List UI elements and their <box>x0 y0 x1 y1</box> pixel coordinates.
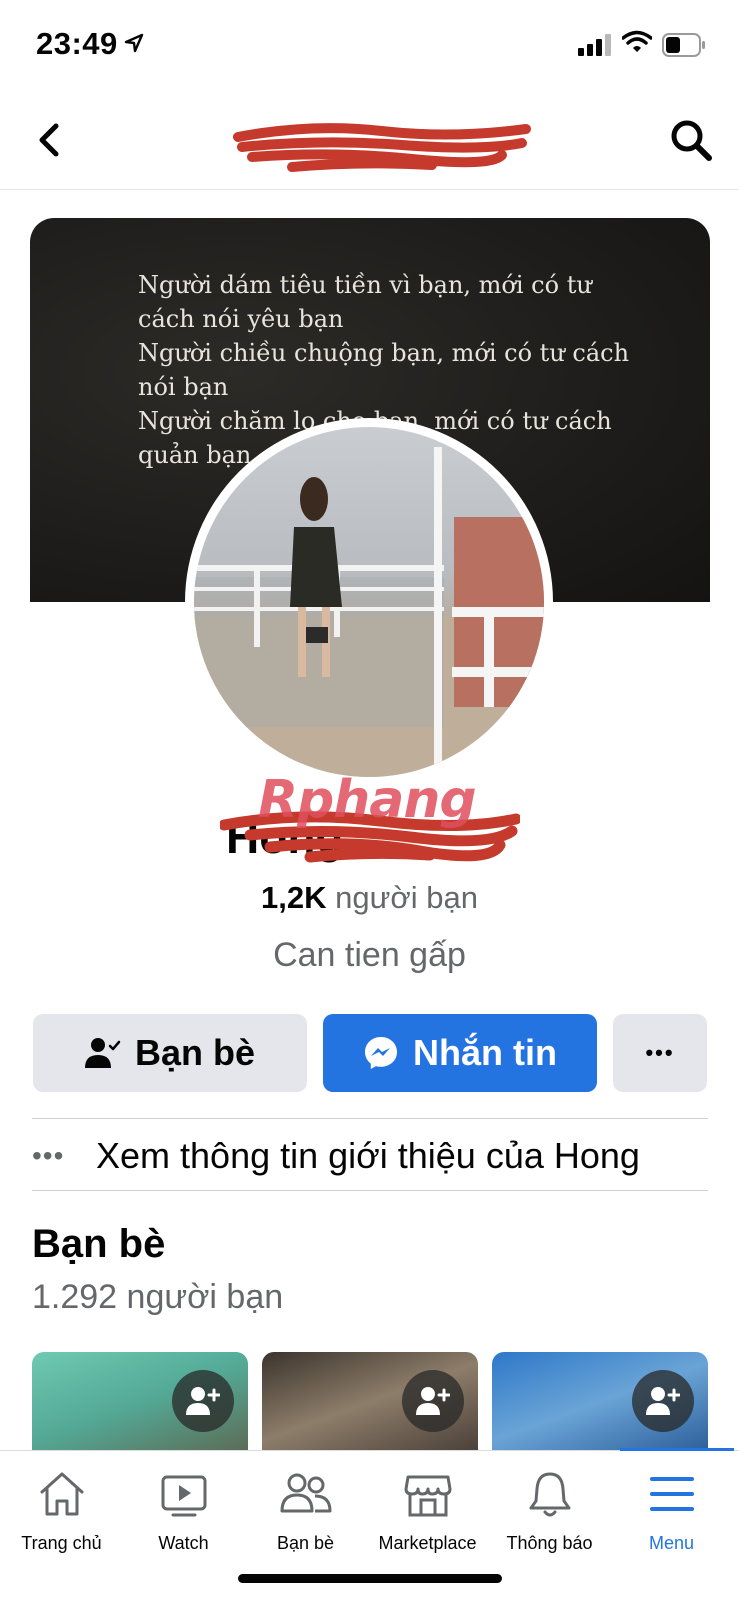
location-arrow-icon <box>124 33 144 53</box>
bell-icon <box>529 1472 570 1517</box>
profile-bio: Can tien gấp <box>273 936 466 974</box>
profile-header <box>0 95 739 190</box>
status-time: 23:49 <box>36 26 118 61</box>
profile-photo <box>194 427 544 777</box>
add-friend-icon <box>416 1387 450 1415</box>
add-friend-button[interactable] <box>402 1370 464 1432</box>
cover-quote-line: cách nói yêu bạn <box>138 305 344 333</box>
marketplace-icon <box>404 1475 451 1517</box>
back-arrow-icon[interactable] <box>30 120 70 160</box>
tab-watch[interactable]: Watch <box>122 1451 245 1571</box>
friends-button[interactable]: Bạn bè <box>33 1014 307 1092</box>
friends-button-label: Bạn bè <box>134 1032 256 1073</box>
more-dots-icon: ••• <box>32 1140 65 1171</box>
battery-icon <box>662 33 705 57</box>
redacted-profile-name <box>233 123 531 172</box>
divider <box>32 1118 708 1119</box>
friend-count-value: 1,2K <box>261 880 327 915</box>
more-options-button[interactable]: ••• <box>613 1014 707 1092</box>
friends-section-count: 1.292 người bạn <box>32 1278 284 1316</box>
watermark-logo: Rphang <box>258 770 477 830</box>
watch-icon <box>161 1475 206 1517</box>
cover-quote-line: Người chiều chuộng bạn, mới có tư cách <box>138 339 630 367</box>
messenger-icon <box>365 1037 397 1069</box>
see-intro-row[interactable]: ••• Xem thông tin giới thiệu của Hong <box>32 1120 708 1192</box>
cover-quote-line: nói bạn <box>138 373 229 401</box>
tab-label: Marketplace <box>378 1533 477 1553</box>
cover-quote-line: Người dám tiêu tiền vì bạn, mới có tư <box>138 271 592 299</box>
see-intro-text: Xem thông tin giới thiệu của Hong <box>96 1135 640 1176</box>
tab-label: Thông báo <box>506 1533 593 1553</box>
friend-count[interactable]: 1,2K người bạn <box>0 880 739 916</box>
message-button[interactable]: Nhắn tin <box>323 1014 597 1092</box>
cellular-signal-icon <box>578 34 611 56</box>
tab-home[interactable]: Trang chủ <box>0 1451 123 1571</box>
friend-card[interactable] <box>262 1352 478 1452</box>
tab-menu[interactable]: Menu <box>610 1451 733 1571</box>
add-friend-button[interactable] <box>632 1370 694 1432</box>
tab-label: Trang chủ <box>21 1533 102 1553</box>
add-friend-button[interactable] <box>172 1370 234 1432</box>
friends-section-title: Bạn bè <box>32 1222 166 1266</box>
menu-icon <box>649 1477 694 1511</box>
tab-label: Watch <box>158 1533 209 1553</box>
tab-label: Menu <box>648 1533 695 1553</box>
avatar[interactable] <box>185 418 553 786</box>
tab-friends[interactable]: Bạn bè <box>244 1451 367 1571</box>
more-dots-icon: ••• <box>645 1040 675 1065</box>
home-indicator[interactable] <box>238 1574 502 1583</box>
friends-icon <box>280 1473 331 1513</box>
friend-card[interactable] <box>492 1352 708 1452</box>
wifi-icon <box>622 30 652 52</box>
add-friend-icon <box>646 1387 680 1415</box>
friend-count-label: người bạn <box>326 880 478 915</box>
friend-check-icon <box>84 1038 121 1068</box>
friend-card[interactable] <box>32 1352 248 1452</box>
search-icon[interactable] <box>668 117 714 163</box>
tab-marketplace[interactable]: Marketplace <box>366 1451 489 1571</box>
tab-notifications[interactable]: Thông báo <box>488 1451 611 1571</box>
tab-label: Bạn bè <box>276 1533 335 1553</box>
message-button-label: Nhắn tin <box>413 1032 557 1073</box>
watermark-text: Rphang <box>258 770 477 830</box>
status-bar: 23:49 <box>0 0 739 90</box>
add-friend-icon <box>186 1387 220 1415</box>
home-icon <box>40 1472 83 1516</box>
divider <box>32 1190 708 1191</box>
